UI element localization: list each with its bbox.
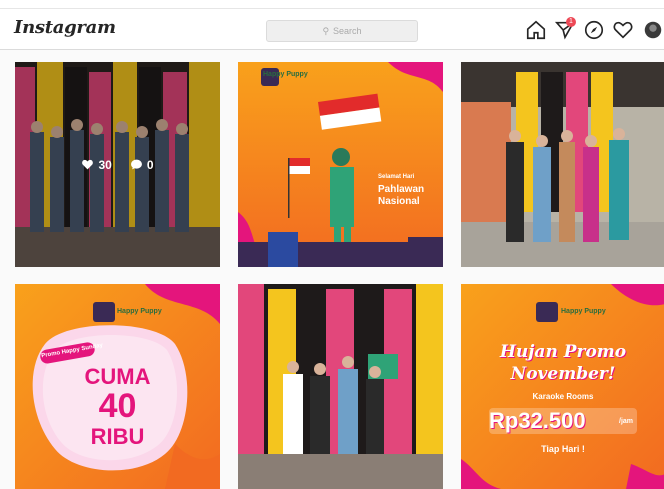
hover-overlay: 30 0 [15, 62, 220, 267]
pahlawan-graphic [238, 62, 443, 267]
instagram-logo[interactable]: Instagram [14, 17, 116, 38]
likes-count: 30 [81, 158, 112, 172]
post-tile[interactable]: 30 0 [15, 62, 220, 267]
promo-script-line1: Hujan Promo [499, 342, 627, 362]
home-icon[interactable] [525, 19, 547, 41]
group-photo [461, 62, 664, 267]
direct-messages-icon[interactable]: 1 [554, 17, 576, 41]
search-icon: ⚲ [322, 25, 330, 36]
promo-price-unit: /jam [619, 418, 634, 425]
promo-line-ribu: RIBU [90, 424, 145, 449]
search-placeholder: Search [333, 26, 362, 36]
promo-title-line1: Pahlawan [378, 184, 425, 195]
heart-icon [82, 159, 94, 170]
post-tile[interactable] [461, 62, 664, 267]
search-input[interactable]: ⚲ Search [266, 20, 418, 42]
promo-footer: Tiap Hari ! [541, 444, 585, 454]
comment-icon [130, 159, 142, 170]
promo-title-line2: Nasional [378, 196, 420, 207]
nav-icons: 1 [525, 17, 664, 41]
promo-subtitle: Karaoke Rooms [532, 392, 594, 401]
comments-count: 0 [130, 158, 154, 172]
top-nav-bar: Instagram ⚲ Search 1 [0, 9, 664, 50]
profile-avatar[interactable] [642, 19, 664, 41]
brand-logo: Happy Puppy [117, 308, 162, 315]
post-tile[interactable]: Happy Puppy Selamat Hari Pahlawan Nasion… [238, 62, 443, 267]
promo-small-text: Selamat Hari [378, 174, 415, 180]
promo-line-40: 40 [98, 387, 137, 425]
explore-compass-icon[interactable] [583, 19, 605, 41]
browser-top-strip [0, 0, 664, 9]
promo-price: Rp32.500 [489, 408, 586, 433]
post-tile[interactable]: Happy Puppy Promo Happy Sunday CUMA 40 R… [15, 284, 220, 489]
promo-script-line2: November! [510, 364, 616, 384]
brand-logo: Happy Puppy [561, 308, 606, 315]
heart-activity-icon[interactable] [612, 19, 634, 41]
post-tile[interactable] [238, 284, 443, 489]
group-photo [238, 284, 443, 489]
brand-logo: Happy Puppy [263, 71, 308, 78]
notification-badge: 1 [566, 17, 576, 27]
post-tile[interactable]: Happy Puppy Hujan Promo November! Karaok… [461, 284, 664, 489]
